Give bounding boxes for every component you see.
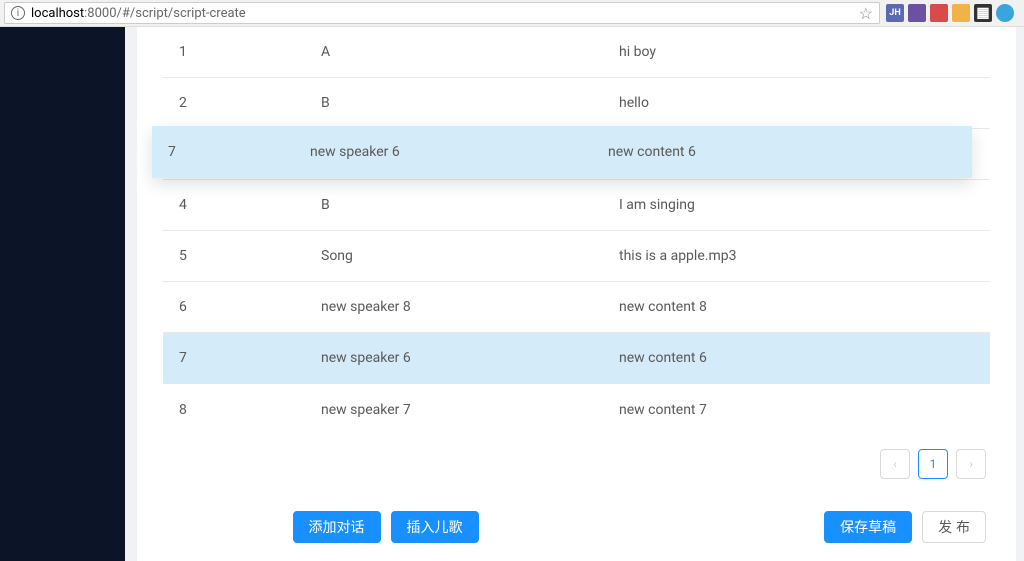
table-row[interactable]: 4 B I am singing xyxy=(163,180,990,231)
row-speaker: A xyxy=(321,44,619,60)
add-dialog-button[interactable]: 添加对话 xyxy=(293,511,381,543)
footer-actions: 添加对话 插入儿歌 保存草稿 发 布 xyxy=(137,479,1016,543)
row-content: new content 7 xyxy=(619,402,974,418)
table-row[interactable]: 7 new speaker 6 new content 6 xyxy=(163,333,990,384)
row-content: new content 6 xyxy=(619,350,974,366)
dragging-row[interactable]: 7 new speaker 6 new content 6 xyxy=(152,126,972,178)
url-input[interactable]: i localhost:8000/#/script/script-create … xyxy=(4,2,880,24)
row-content: hello xyxy=(619,95,974,111)
row-number: 8 xyxy=(179,402,321,418)
chevron-left-icon: ‹ xyxy=(893,457,897,471)
bookmark-star-icon[interactable]: ☆ xyxy=(859,4,873,23)
row-speaker: new speaker 7 xyxy=(321,402,619,418)
publish-button[interactable]: 发 布 xyxy=(922,511,986,543)
row-number: 1 xyxy=(179,44,321,60)
row-number: 7 xyxy=(179,350,321,366)
row-content: new content 6 xyxy=(608,144,956,160)
row-speaker: new speaker 6 xyxy=(321,350,619,366)
extension-icons: JH ▦ xyxy=(880,4,1020,22)
page-prev-button[interactable]: ‹ xyxy=(880,449,910,479)
script-table: 1 A hi boy 2 B hello 4 xyxy=(163,27,990,435)
info-icon: i xyxy=(11,6,25,20)
ext-icon-6[interactable] xyxy=(996,4,1014,22)
table-row[interactable]: 6 new speaker 8 new content 8 xyxy=(163,282,990,333)
table-row[interactable]: 5 Song this is a apple.mp3 xyxy=(163,231,990,282)
chevron-right-icon: › xyxy=(969,457,973,471)
page-number-button[interactable]: 1 xyxy=(918,449,948,479)
ext-icon-1[interactable]: JH xyxy=(886,4,904,22)
url-text: localhost:8000/#/script/script-create xyxy=(31,6,246,21)
row-speaker: new speaker 6 xyxy=(310,144,608,160)
row-speaker: new speaker 8 xyxy=(321,299,619,315)
insert-song-button[interactable]: 插入儿歌 xyxy=(391,511,479,543)
row-number: 4 xyxy=(179,197,321,213)
ext-icon-4[interactable] xyxy=(952,4,970,22)
row-content: I am singing xyxy=(619,197,974,213)
ext-icon-3[interactable] xyxy=(930,4,948,22)
save-draft-button[interactable]: 保存草稿 xyxy=(824,511,912,543)
row-content: this is a apple.mp3 xyxy=(619,248,974,264)
pagination: ‹ 1 › xyxy=(137,435,1016,479)
ext-icon-2[interactable] xyxy=(908,4,926,22)
row-speaker: B xyxy=(321,197,619,213)
row-number: 7 xyxy=(168,144,310,160)
table-row[interactable]: 8 new speaker 7 new content 7 xyxy=(163,384,990,435)
sidebar xyxy=(0,27,125,561)
row-content: new content 8 xyxy=(619,299,974,315)
ext-icon-5[interactable]: ▦ xyxy=(974,4,992,22)
page-next-button[interactable]: › xyxy=(956,449,986,479)
row-number: 6 xyxy=(179,299,321,315)
row-speaker: Song xyxy=(321,248,619,264)
row-speaker: B xyxy=(321,95,619,111)
row-number: 2 xyxy=(179,95,321,111)
table-row[interactable]: 2 B hello xyxy=(163,78,990,129)
table-row[interactable]: 1 A hi boy xyxy=(163,27,990,78)
main-content: 1 A hi boy 2 B hello 4 xyxy=(125,27,1024,561)
row-number: 5 xyxy=(179,248,321,264)
browser-address-bar: i localhost:8000/#/script/script-create … xyxy=(0,0,1024,27)
row-content: hi boy xyxy=(619,44,974,60)
